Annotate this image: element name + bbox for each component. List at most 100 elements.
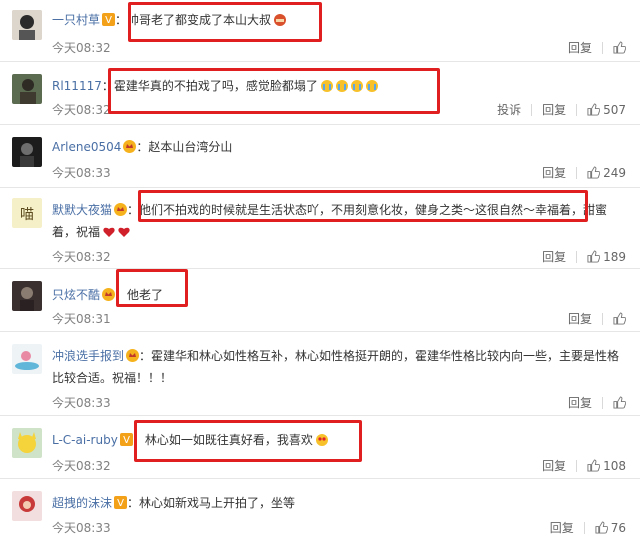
comment-text: 林心如新戏马上开拍了，坐等 xyxy=(139,496,296,510)
member-crown-icon xyxy=(123,140,137,153)
comment-text: 帅哥老了都变成了本山大叔 xyxy=(127,13,272,27)
comment-actions: 回复 xyxy=(568,394,626,411)
avatar[interactable] xyxy=(12,137,42,167)
reply-button[interactable]: 回复 xyxy=(568,310,592,327)
comment-item: 超拽的沫沫 V ：林心如新戏马上开拍了，坐等 今天08:33 回复 76 xyxy=(0,479,640,538)
heart-eyes-emoji-icon xyxy=(315,434,328,446)
comment-item: L-C-ai-ruby V ：林心如一如既往真好看，我喜欢 今天08:32 回复 1… xyxy=(0,416,640,479)
timestamp: 今天08:32 xyxy=(52,103,111,117)
colon: ： xyxy=(127,203,140,217)
verified-badge-icon: V xyxy=(102,13,116,26)
comment-line: L-C-ai-ruby V ：林心如一如既往真好看，我喜欢 xyxy=(52,432,328,448)
reply-button[interactable]: 回复 xyxy=(542,101,566,118)
timestamp: 今天08:33 xyxy=(52,166,111,180)
emoji-icon xyxy=(274,14,287,26)
like-count: 189 xyxy=(603,249,626,264)
comment-text: 霍建华和林心如性格互补，林心如性格挺开朗的，霍建华性格比较内向一些，主要是性格 xyxy=(151,349,620,363)
avatar[interactable] xyxy=(12,10,42,40)
avatar[interactable] xyxy=(12,74,42,104)
colon: ： xyxy=(136,140,149,154)
comment-actions: 回复 xyxy=(568,310,626,327)
comment-text-continued: 着，祝福 xyxy=(52,225,101,239)
timestamp: 今天08:32 xyxy=(52,250,111,264)
member-crown-icon xyxy=(114,203,128,216)
reply-button[interactable]: 回复 xyxy=(542,248,566,265)
comment-line: 超拽的沫沫 V ：林心如新戏马上开拍了，坐等 xyxy=(52,495,295,511)
reply-button[interactable]: 回复 xyxy=(568,394,592,411)
thumbs-up-icon[interactable] xyxy=(613,41,626,54)
comment-actions: 回复 xyxy=(568,39,626,56)
nickname-link[interactable]: 一只村草 xyxy=(52,13,100,27)
divider xyxy=(602,396,603,409)
report-button[interactable]: 投诉 xyxy=(497,101,521,118)
heart-icon xyxy=(103,227,115,237)
avatar[interactable] xyxy=(12,344,42,374)
like-count: 249 xyxy=(603,165,626,180)
verified-badge-icon: V xyxy=(119,433,133,446)
nickname-link[interactable]: L-C-ai-ruby xyxy=(52,433,118,447)
divider xyxy=(576,459,578,472)
colon: ： xyxy=(139,349,152,363)
avatar[interactable]: 喵 xyxy=(12,198,42,228)
divider xyxy=(576,250,578,263)
nickname-link[interactable]: Rl11117 xyxy=(52,79,102,93)
member-crown-icon xyxy=(126,349,140,362)
comment-item: 只炫不酷 ：他老了 今天08:31 回复 xyxy=(0,269,640,332)
colon: ： xyxy=(115,288,128,302)
like-button[interactable]: 507 xyxy=(587,103,626,117)
reply-button[interactable]: 回复 xyxy=(542,457,566,474)
nickname-link[interactable]: 只炫不酷 xyxy=(52,288,100,302)
avatar[interactable] xyxy=(12,281,42,311)
svg-text:V: V xyxy=(105,15,112,26)
like-button[interactable]: 76 xyxy=(595,521,626,535)
comment-actions: 回复 249 xyxy=(542,164,626,181)
svg-text:V: V xyxy=(123,435,130,446)
comment-item: 喵 默默大夜猫 ：他们不拍戏的时候就是生活状态吖，不用刻意化妆，健身之类～这很自然… xyxy=(0,188,640,269)
colon: ： xyxy=(115,13,128,27)
timestamp: 今天08:31 xyxy=(52,312,111,326)
comment-item: Arlene0504 ：赵本山台湾分山 今天08:33 回复 249 xyxy=(0,125,640,188)
comment-item: Rl11117：霍建华真的不拍戏了吗，感觉脸都塌了 今天08:32 投诉 回复 … xyxy=(0,62,640,125)
colon: ： xyxy=(101,79,114,93)
thumbs-up-icon xyxy=(587,250,601,263)
svg-text:喵: 喵 xyxy=(20,207,34,223)
timestamp: 今天08:32 xyxy=(52,41,111,55)
nickname-link[interactable]: 冲浪选手报到 xyxy=(52,349,124,363)
comment-text: 霍建华真的不拍戏了吗，感觉脸都塌了 xyxy=(113,79,318,93)
like-button[interactable]: 249 xyxy=(587,166,626,180)
colon: ： xyxy=(132,433,145,447)
comment-line: Arlene0504 ：赵本山台湾分山 xyxy=(52,139,232,155)
thumbs-up-icon xyxy=(587,459,601,472)
reply-button[interactable]: 回复 xyxy=(542,164,566,181)
thumbs-up-icon[interactable] xyxy=(613,312,626,325)
comment-text: 他们不拍戏的时候就是生活状态吖，不用刻意化妆，健身之类～这很自然～幸福着，甜蜜 xyxy=(139,203,608,217)
like-button[interactable]: 108 xyxy=(587,459,626,473)
comment-line: 一只村草 V ：帅哥老了都变成了本山大叔 xyxy=(52,12,287,28)
comment-actions: 回复 76 xyxy=(550,519,626,536)
divider xyxy=(602,41,603,54)
comment-item: 冲浪选手报到 ：霍建华和林心如性格互补，林心如性格挺开朗的，霍建华性格比较内向一些… xyxy=(0,332,640,416)
like-button[interactable]: 189 xyxy=(587,250,626,264)
divider xyxy=(576,103,578,116)
verified-badge-icon: V xyxy=(114,496,128,509)
member-crown-icon xyxy=(102,288,116,301)
reply-button[interactable]: 回复 xyxy=(550,519,574,536)
comment-line-2: 着，祝福 xyxy=(52,224,130,240)
comment-line: 冲浪选手报到 ：霍建华和林心如性格互补，林心如性格挺开朗的，霍建华性格比较内向一些… xyxy=(52,348,619,364)
like-count: 108 xyxy=(603,458,626,473)
comment-actions: 回复 189 xyxy=(542,248,626,265)
nickname-link[interactable]: Arlene0504 xyxy=(52,140,121,154)
reply-button[interactable]: 回复 xyxy=(568,39,592,56)
avatar[interactable] xyxy=(12,428,42,458)
comment-text-continued: 比较合适。祝福！！！ xyxy=(52,371,173,385)
comment-line: Rl11117：霍建华真的不拍戏了吗，感觉脸都塌了 xyxy=(52,78,378,94)
comment-line: 默默大夜猫 ：他们不拍戏的时候就是生活状态吖，不用刻意化妆，健身之类～这很自然～幸… xyxy=(52,202,607,218)
comment-text: 他老了 xyxy=(127,288,164,302)
nickname-link[interactable]: 默默大夜猫 xyxy=(52,203,112,217)
comment-text: 林心如一如既往真好看，我喜欢 xyxy=(144,433,313,447)
comment-actions: 投诉 回复 507 xyxy=(497,101,626,118)
divider xyxy=(583,521,585,534)
nickname-link[interactable]: 超拽的沫沫 xyxy=(52,496,112,510)
thumbs-up-icon[interactable] xyxy=(613,396,626,409)
avatar[interactable] xyxy=(12,491,42,521)
